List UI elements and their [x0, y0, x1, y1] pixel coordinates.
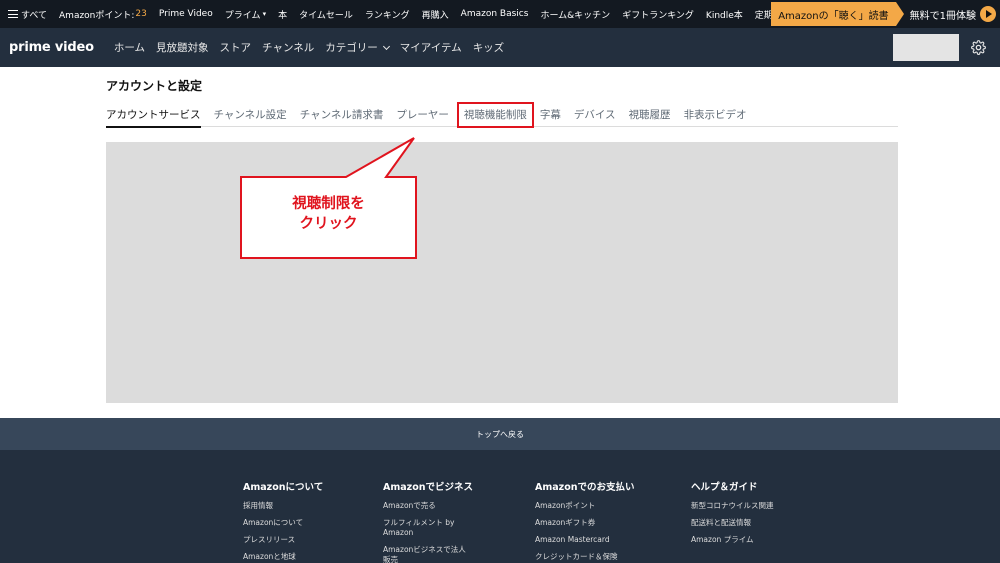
- pv-nav-channels[interactable]: チャンネル: [262, 40, 314, 55]
- callout-text: 視聴制限を クリック: [242, 194, 415, 234]
- promo-right-label: 無料で1冊体験: [909, 10, 976, 22]
- hamburger-icon: [8, 10, 18, 18]
- footer-link[interactable]: Amazonと地球: [243, 552, 331, 562]
- footer-link[interactable]: 配送料と配送情報: [691, 518, 779, 528]
- tab-channel-invoices[interactable]: チャンネル請求書: [300, 103, 384, 127]
- footer-link[interactable]: 新型コロナウイルス関連: [691, 501, 779, 511]
- footer-col-help: ヘルプ＆ガイド 新型コロナウイルス関連 配送料と配送情報 Amazon プライム: [691, 479, 779, 552]
- pv-nav-home[interactable]: ホーム: [114, 40, 145, 55]
- settings-content-panel: [106, 142, 898, 403]
- nav-link-home-kitchen[interactable]: ホーム&キッチン: [540, 8, 610, 21]
- footer-col-payment: Amazonでのお支払い Amazonポイント Amazonギフト券 Amazo…: [535, 479, 634, 563]
- footer-col-business: Amazonでビジネス Amazonで売る フルフィルメント by Amazon…: [383, 479, 473, 563]
- back-to-top-button[interactable]: トップへ戻る: [0, 418, 1000, 450]
- footer-link[interactable]: クレジットカード＆保険: [535, 552, 623, 562]
- footer-col-about: Amazonについて 採用情報 Amazonについて プレスリリース Amazo…: [243, 479, 331, 563]
- gear-icon[interactable]: [971, 40, 986, 55]
- footer-link[interactable]: Amazonポイント: [535, 501, 623, 511]
- page-title: アカウントと設定: [106, 79, 203, 93]
- footer-link[interactable]: Amazonギフト券: [535, 518, 623, 528]
- tab-player[interactable]: プレーヤー: [396, 103, 449, 127]
- tab-account-services[interactable]: アカウントサービス: [106, 103, 201, 128]
- pv-nav-store[interactable]: ストア: [220, 40, 252, 55]
- tab-channel-settings[interactable]: チャンネル設定: [214, 103, 287, 127]
- footer-heading: Amazonでビジネス: [383, 482, 473, 493]
- nav-link-prime[interactable]: プライム ▾: [225, 8, 266, 21]
- amazon-points-link[interactable]: Amazonポイント: 23: [59, 8, 147, 21]
- points-value: 23: [135, 9, 147, 19]
- footer-link[interactable]: 採用情報: [243, 501, 331, 511]
- pv-nav-my-items[interactable]: マイアイテム: [400, 40, 462, 55]
- footer-link[interactable]: プレスリリース: [243, 535, 331, 545]
- callout-line-1: 視聴制限を: [292, 196, 365, 212]
- caret-down-icon: ▾: [262, 10, 267, 18]
- footer-heading: Amazonでのお支払い: [535, 482, 635, 493]
- pv-nav-included[interactable]: 見放題対象: [156, 40, 209, 55]
- all-menu-label: すべて: [21, 10, 48, 21]
- prime-video-nav: prime video ホーム 見放題対象 ストア チャンネル カテゴリー マイ…: [0, 28, 1000, 67]
- audible-promo-banner[interactable]: Amazonの「聴く」読書 無料で1冊体験: [771, 0, 1000, 28]
- nav-link-prime-video[interactable]: Prime Video: [159, 9, 213, 19]
- footer-heading: Amazonについて: [243, 482, 324, 493]
- footer-link[interactable]: Amazon Mastercard: [535, 535, 623, 545]
- footer-link[interactable]: Amazonについて: [243, 518, 331, 528]
- pv-nav-categories-label: カテゴリー: [325, 42, 378, 54]
- footer-link[interactable]: フルフィルメント by Amazon: [383, 518, 471, 538]
- play-icon: [980, 6, 996, 22]
- tab-parental-controls[interactable]: 視聴機能制限: [456, 101, 534, 128]
- chevron-down-icon: [382, 42, 390, 50]
- tab-watch-history[interactable]: 視聴履歴: [629, 103, 671, 127]
- pv-nav-categories[interactable]: カテゴリー: [325, 40, 390, 55]
- footer-link[interactable]: Amazonビジネスで法人販売: [383, 545, 471, 563]
- nav-link-books[interactable]: 本: [278, 8, 287, 21]
- tab-subtitles[interactable]: 字幕: [540, 103, 561, 127]
- search-box[interactable]: [893, 34, 959, 61]
- footer-link[interactable]: Amazon プライム: [691, 535, 779, 545]
- pv-nav-kids[interactable]: キッズ: [473, 40, 505, 55]
- nav-link-gift-ranking[interactable]: ギフトランキング: [622, 8, 694, 21]
- nav-link-kindle[interactable]: Kindle本: [706, 8, 743, 21]
- nav-link-timesale[interactable]: タイムセール: [299, 8, 353, 21]
- footer-link[interactable]: Amazonで売る: [383, 501, 471, 511]
- nav-link-prime-label: プライム: [224, 10, 261, 21]
- nav-link-ranking[interactable]: ランキング: [365, 8, 410, 21]
- all-menu-button[interactable]: すべて: [8, 8, 47, 21]
- nav-link-rebuy[interactable]: 再購入: [422, 8, 449, 21]
- prime-video-logo[interactable]: prime video: [9, 40, 94, 55]
- promo-right: 無料で1冊体験: [896, 6, 1000, 22]
- settings-tabs: アカウントサービス チャンネル設定 チャンネル請求書 プレーヤー 視聴機能制限 …: [106, 101, 898, 128]
- points-label: Amazonポイント:: [59, 10, 135, 21]
- footer: Amazonについて 採用情報 Amazonについて プレスリリース Amazo…: [0, 450, 1000, 563]
- tab-hidden-videos[interactable]: 非表示ビデオ: [684, 103, 747, 127]
- tab-devices[interactable]: デバイス: [574, 103, 616, 127]
- promo-left-label: Amazonの「聴く」読書: [771, 2, 905, 26]
- callout-line-2: クリック: [299, 216, 358, 232]
- nav-link-amazon-basics[interactable]: Amazon Basics: [461, 9, 529, 19]
- footer-heading: ヘルプ＆ガイド: [691, 482, 758, 493]
